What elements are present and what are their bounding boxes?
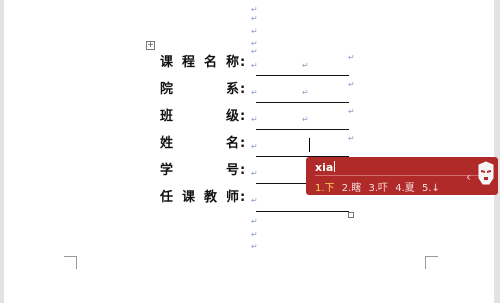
ime-candidate-list: 1.下 2.瞎 3.吓 4.夏 5.↓ [315, 179, 444, 194]
ime-skin-avatar-icon[interactable] [476, 160, 496, 190]
ime-candidate[interactable]: 1.下 [315, 183, 335, 194]
label-char: 班 [160, 109, 174, 124]
paragraph-mark: ↵ [251, 169, 258, 178]
ime-composition-text: xia [315, 161, 334, 174]
label-colon: : [240, 82, 246, 97]
label-char: 姓 [160, 136, 174, 151]
label-colon: : [240, 109, 246, 124]
paragraph-mark: ↵ [302, 88, 309, 97]
paragraph-mark: ↵ [251, 196, 258, 205]
paragraph-mark: ↵ [251, 142, 258, 151]
paragraph-mark: ↵ [251, 115, 258, 124]
ime-candidate[interactable]: 5.↓ [422, 183, 440, 194]
label-char: 教 [204, 190, 218, 205]
ime-candidate[interactable]: 4.夏 [395, 183, 415, 194]
ime-prev-page-icon[interactable]: ‹ [466, 170, 471, 184]
paragraph-mark: ↵ [302, 61, 309, 70]
label-colon: : [240, 190, 246, 205]
label-char: 学 [160, 163, 174, 178]
page-margin-corner [425, 256, 438, 269]
label-char: 级 [226, 109, 240, 124]
table-resize-handle[interactable] [348, 212, 354, 218]
label-char: 课 [182, 190, 196, 205]
label-char: 号 [226, 163, 240, 178]
paragraph-mark: ↵ [251, 242, 258, 251]
paragraph-mark: ↵ [251, 61, 258, 70]
form-row-label: 姓 名 : [160, 134, 250, 154]
paragraph-mark: ↵ [348, 134, 355, 143]
department-field-line[interactable] [256, 102, 349, 103]
form-row-label: 课 程 名 称 : [160, 53, 250, 73]
label-char: 系 [226, 82, 240, 97]
text-cursor [309, 138, 310, 152]
paragraph-mark: ↵ [251, 5, 258, 14]
page-margin-corner [64, 256, 77, 269]
label-char: 程 [182, 55, 196, 70]
ime-caret [334, 161, 336, 172]
label-char: 院 [160, 82, 174, 97]
class-field-line[interactable] [256, 129, 349, 130]
paragraph-mark: ↵ [251, 217, 258, 226]
label-char: 称 [226, 55, 240, 70]
paragraph-mark: ↵ [251, 47, 258, 56]
paragraph-mark: ↵ [251, 88, 258, 97]
ime-candidate[interactable]: 3.吓 [368, 183, 388, 194]
paragraph-mark: ↵ [251, 230, 258, 239]
teacher-field-line[interactable] [256, 211, 349, 212]
form-row-label: 班 级 : [160, 107, 250, 127]
ime-composition: xia [315, 161, 336, 174]
paragraph-mark: ↵ [302, 115, 309, 124]
form-row-label: 任 课 教 师 : [160, 188, 250, 208]
paragraph-mark: ↵ [348, 107, 355, 116]
form-row-label: 院 系 : [160, 80, 250, 100]
label-char: 名 [204, 55, 218, 70]
label-char: 任 [160, 190, 174, 205]
ime-candidate[interactable]: 2.瞎 [342, 183, 362, 194]
label-colon: : [240, 55, 246, 70]
form-row-label: 学 号 : [160, 161, 250, 181]
paragraph-mark: ↵ [251, 27, 258, 36]
name-field-line[interactable] [256, 75, 349, 76]
ime-candidate-window[interactable]: xia 1.下 2.瞎 3.吓 4.夏 5.↓ ‹ [306, 157, 498, 195]
label-char: 课 [160, 55, 174, 70]
label-char: 师 [226, 190, 240, 205]
paragraph-mark: ↵ [251, 14, 258, 23]
label-colon: : [240, 163, 246, 178]
paragraph-mark: ↵ [348, 80, 355, 89]
label-char: 名 [226, 136, 240, 151]
label-colon: : [240, 136, 246, 151]
table-move-handle[interactable]: + [146, 41, 155, 50]
paragraph-mark: ↵ [348, 53, 355, 62]
ime-divider [315, 175, 479, 176]
